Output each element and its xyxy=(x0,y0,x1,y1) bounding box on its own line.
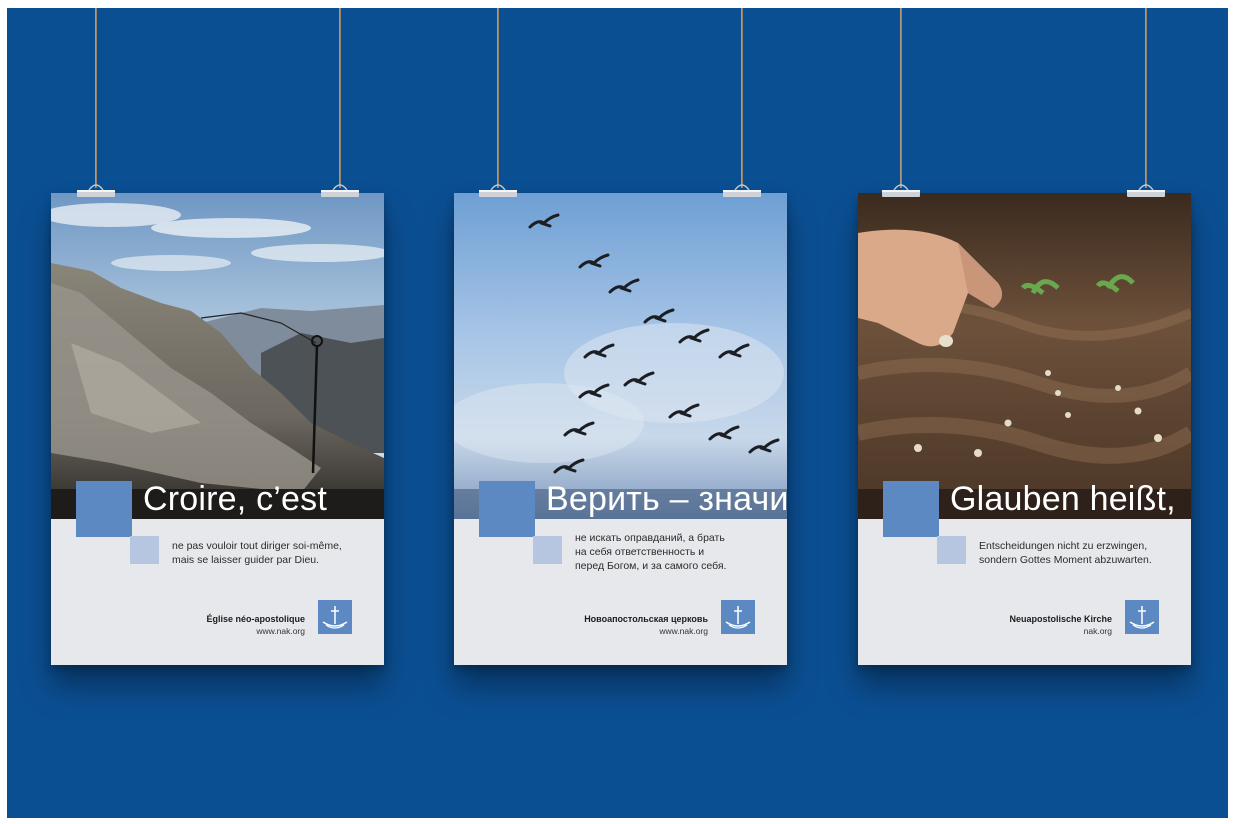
binder-clip xyxy=(77,184,115,197)
hanging-rope xyxy=(497,8,499,188)
hanging-rope xyxy=(95,8,97,188)
hanging-rope xyxy=(339,8,341,188)
website-text: www.nak.org xyxy=(659,626,708,636)
accent-square-large xyxy=(883,481,939,537)
poster-headline: Верить – значит xyxy=(546,480,787,518)
website-text: nak.org xyxy=(1083,626,1112,636)
poster-body-text: не искать оправданий, а брать на себя от… xyxy=(575,532,727,572)
church-logo xyxy=(1125,600,1159,634)
poster-body-text: ne pas vouloir tout diriger soi-même, ma… xyxy=(172,540,342,566)
organization-name: Neuapostolische Kirche xyxy=(1009,614,1112,624)
organization-name: Église néo-apostolique xyxy=(206,614,305,624)
accent-square-large xyxy=(76,481,132,537)
accent-square-small xyxy=(937,536,966,564)
blue-wall-background: Croire, c’est ne pas vouloir tout dirige… xyxy=(7,8,1228,818)
accent-square-small xyxy=(533,536,562,564)
accent-square-small xyxy=(130,536,159,564)
poster-french: Croire, c’est ne pas vouloir tout dirige… xyxy=(51,193,384,665)
binder-clip xyxy=(1127,184,1165,197)
website-text: www.nak.org xyxy=(256,626,305,636)
binder-clip xyxy=(882,184,920,197)
poster-german: Glauben heißt, Entscheidungen nicht zu e… xyxy=(858,193,1191,665)
binder-clip xyxy=(479,184,517,197)
church-logo xyxy=(318,600,352,634)
binder-clip xyxy=(321,184,359,197)
poster-russian: Верить – значит не искать оправданий, а … xyxy=(454,193,787,665)
poster-body-text: Entscheidungen nicht zu erzwingen, sonde… xyxy=(979,540,1152,566)
poster-headline: Glauben heißt, xyxy=(950,480,1176,518)
mountain-photo xyxy=(51,193,384,519)
hanging-rope xyxy=(741,8,743,188)
seeds-photo xyxy=(858,193,1191,519)
poster-headline: Croire, c’est xyxy=(143,480,327,518)
binder-clip xyxy=(723,184,761,197)
church-logo xyxy=(721,600,755,634)
accent-square-large xyxy=(479,481,535,537)
hanging-rope xyxy=(1145,8,1147,188)
organization-name: Новоапостольская церковь xyxy=(584,614,708,624)
geese-photo xyxy=(454,193,787,519)
hanging-rope xyxy=(900,8,902,188)
